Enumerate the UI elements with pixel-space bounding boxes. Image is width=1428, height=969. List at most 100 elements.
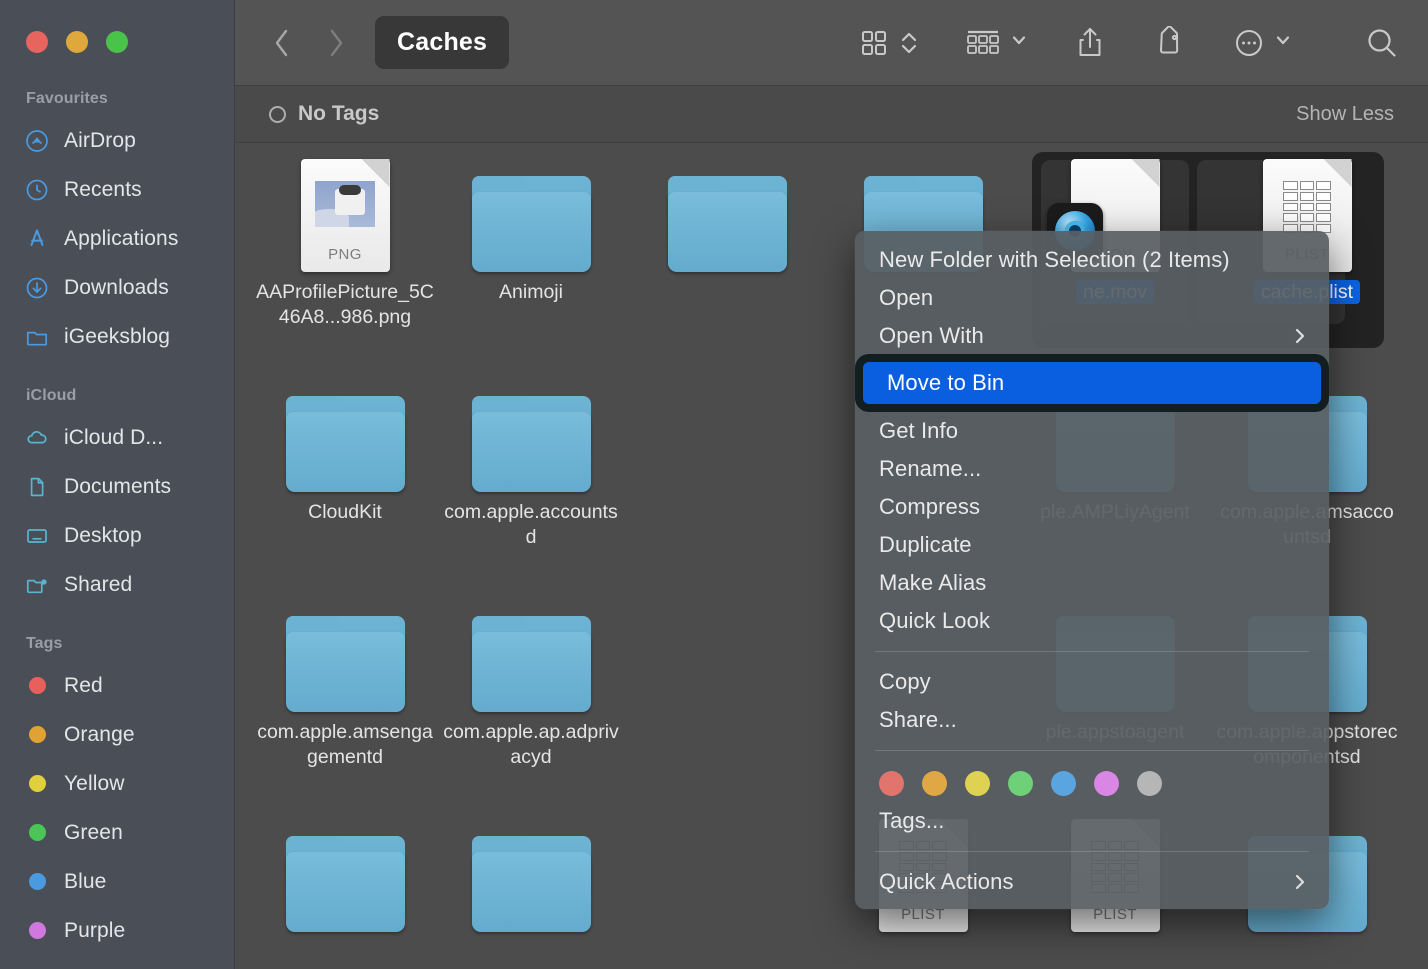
sidebar-item-label: Purple [64,918,126,942]
sidebar-item-tag-orange[interactable]: Orange [0,710,234,759]
airdrop-icon [24,128,50,154]
empty-tag-circle-icon [269,105,286,123]
menu-item-quick-look[interactable]: Quick Look [855,602,1329,640]
menu-item-move-to-bin[interactable]: Move to Bin [863,362,1321,404]
sidebar-item-igeeksblog[interactable]: iGeeksblog [0,312,234,361]
sidebar-item-icloud-drive[interactable]: iCloud D... [0,413,234,462]
share-button[interactable] [1074,26,1106,60]
clock-icon [24,177,50,203]
sidebar-item-documents[interactable]: Documents [0,462,234,511]
menu-item-make-alias[interactable]: Make Alias [855,564,1329,602]
plist-grid-glyph [1263,181,1352,233]
tag-swatch-purple[interactable] [1094,770,1119,796]
sidebar-section-tags: Tags Red Orange Yellow Green Blue Purple [0,635,234,955]
file-item[interactable] [249,814,441,940]
file-item[interactable]: com.apple.ap.adprivacyd [435,594,627,770]
forward-button[interactable] [319,23,353,63]
sidebar-item-recents[interactable]: Recents [0,165,234,214]
sidebar-item-label: iCloud D... [64,425,164,449]
chevron-down-icon [1274,31,1292,54]
sidebar-item-label: Documents [64,474,172,498]
no-tags-item[interactable]: No Tags [269,102,379,126]
more-actions-button[interactable] [1232,26,1292,60]
tag-dot-icon [24,722,50,748]
file-item[interactable]: CloudKit [249,374,441,525]
view-sort-stepper[interactable] [900,26,918,60]
menu-item-copy[interactable]: Copy [855,663,1329,701]
sidebar-item-tag-red[interactable]: Red [0,661,234,710]
search-button[interactable] [1364,25,1400,61]
png-file-icon: PNG [249,154,441,272]
icon-view-button[interactable] [858,27,890,59]
menu-item-compress[interactable]: Compress [855,488,1329,526]
sidebar-item-tag-green[interactable]: Green [0,808,234,857]
appstore-icon [24,226,50,252]
menu-item-tags[interactable]: Tags... [855,802,1329,840]
group-view-button[interactable] [964,27,1028,59]
tag-swatch-yellow[interactable] [965,770,990,796]
back-button[interactable] [265,23,299,63]
sidebar-item-downloads[interactable]: Downloads [0,263,234,312]
tag-bar: No Tags Show Less [235,86,1428,143]
tag-dot-icon [24,771,50,797]
png-preview [301,181,390,227]
sidebar-item-applications[interactable]: Applications [0,214,234,263]
finder-window: Favourites AirDrop Recents Applications … [0,0,1428,969]
menu-item-share[interactable]: Share... [855,701,1329,739]
tag-dot-icon [24,673,50,699]
sidebar-item-desktop[interactable]: Desktop [0,511,234,560]
download-icon [24,275,50,301]
close-button[interactable] [26,31,48,53]
menu-item-label: Open With [879,323,984,348]
minimize-button[interactable] [66,31,88,53]
file-item[interactable]: PNG AAProfilePicture_5C46A8...986.png [249,154,441,330]
sidebar-item-label: Yellow [64,771,125,795]
folder-icon [435,154,627,272]
navigation-buttons [265,23,353,63]
cloud-icon [24,425,50,451]
tag-swatch-green[interactable] [1008,770,1033,796]
tag-swatch-grey[interactable] [1137,770,1162,796]
file-item[interactable]: com.apple.amsengagementd [249,594,441,770]
menu-item-label: Open [879,285,934,310]
show-less-button[interactable]: Show Less [1296,103,1394,126]
menu-item-label: Move to Bin [887,370,1005,395]
sidebar-item-tag-purple[interactable]: Purple [0,906,234,955]
sidebar: Favourites AirDrop Recents Applications … [0,0,235,969]
sidebar-section-favourites: Favourites AirDrop Recents Applications … [0,90,234,361]
folder-icon [435,814,627,932]
toolbar-actions [858,25,1428,61]
sidebar-item-tag-yellow[interactable]: Yellow [0,759,234,808]
sidebar-item-tag-blue[interactable]: Blue [0,857,234,906]
menu-item-duplicate[interactable]: Duplicate [855,526,1329,564]
file-item[interactable] [435,814,627,940]
sidebar-item-label: AirDrop [64,128,136,152]
tag-swatch-blue[interactable] [1051,770,1076,796]
menu-item-new-folder-with-selection[interactable]: New Folder with Selection (2 Items) [855,241,1329,279]
page-title[interactable]: Caches [375,16,510,69]
file-item[interactable]: com.apple.accountsd [435,374,627,550]
sidebar-item-label: Shared [64,572,133,596]
sidebar-item-airdrop[interactable]: AirDrop [0,116,234,165]
folder-icon [249,814,441,932]
menu-separator [875,750,1309,751]
file-item[interactable] [631,154,823,280]
sidebar-section-header: Tags [26,635,63,652]
window-controls[interactable] [26,31,128,53]
file-item[interactable]: Animoji [435,154,627,305]
menu-item-open[interactable]: Open [855,279,1329,317]
tag-swatch-red[interactable] [879,770,904,796]
zoom-button[interactable] [106,31,128,53]
folder-icon [631,154,823,272]
menu-item-rename[interactable]: Rename... [855,450,1329,488]
sidebar-item-label: Blue [64,869,107,893]
tags-button[interactable] [1152,25,1186,60]
menu-item-open-with[interactable]: Open With [855,317,1329,355]
sidebar-item-shared[interactable]: Shared [0,560,234,609]
tag-swatch-orange[interactable] [922,770,947,796]
menu-item-quick-actions[interactable]: Quick Actions [855,863,1329,901]
main-area: Caches No Tags Show Less PNG AAProfilePi… [235,0,1428,969]
menu-item-label: Tags... [879,808,945,833]
folder-icon [249,594,441,712]
menu-item-get-info[interactable]: Get Info [855,412,1329,450]
